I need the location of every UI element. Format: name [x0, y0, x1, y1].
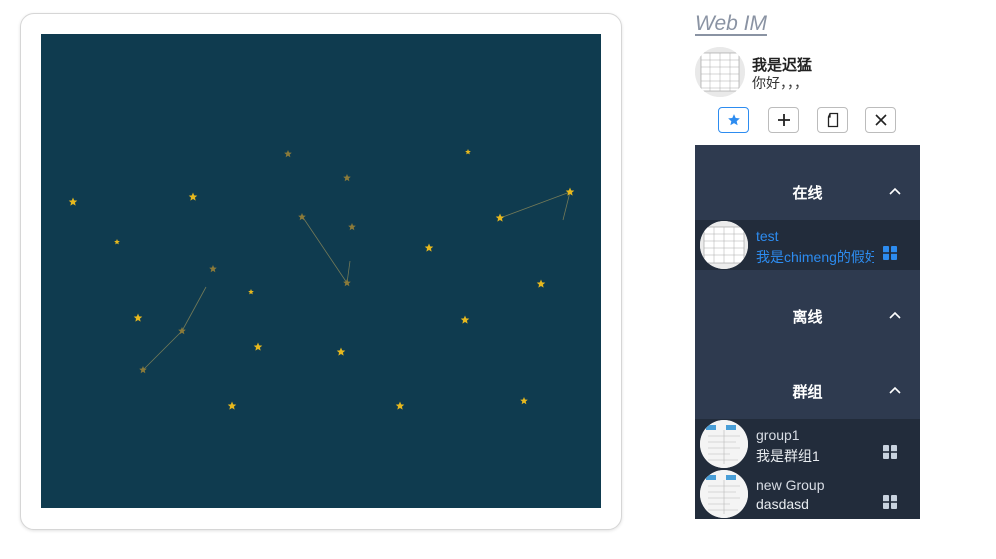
star-icon	[343, 279, 351, 287]
profile-signature: 你好，，，	[752, 75, 808, 91]
group-avatar	[700, 470, 748, 518]
close-icon	[874, 114, 887, 126]
group-header-groups[interactable]: 群组	[695, 366, 920, 416]
star-icon	[188, 192, 198, 201]
group-label: 群组	[792, 383, 823, 401]
plus-icon	[777, 114, 790, 126]
contact-panel: 在线 test 我是chimeng的假好友	[695, 145, 920, 519]
contact-item[interactable]: test 我是chimeng的假好友	[695, 220, 920, 270]
avatar-image	[700, 221, 748, 269]
star-icon	[343, 174, 351, 182]
chevron-up-icon	[889, 311, 901, 319]
document-icon	[827, 112, 838, 128]
grid-icon[interactable]	[883, 246, 897, 260]
star-icon	[348, 223, 356, 231]
profile-name: 我是迟猛	[752, 57, 813, 74]
star-icon	[336, 347, 346, 356]
star-icon	[424, 243, 434, 252]
group-avatar	[700, 420, 748, 468]
star-icon	[395, 401, 405, 410]
grid-icon[interactable]	[883, 445, 897, 459]
copy-button[interactable]	[817, 107, 848, 133]
star-icon	[536, 279, 546, 288]
avatar-image	[700, 470, 748, 518]
star-icon	[465, 149, 471, 155]
group-label: 在线	[792, 184, 823, 202]
contact-avatar	[700, 221, 748, 269]
group-name: group1	[756, 427, 800, 443]
star-icon	[68, 197, 78, 206]
group-item[interactable]: group1 我是群组1	[695, 419, 920, 469]
star-icon	[248, 289, 254, 295]
starfield-canvas	[41, 34, 601, 508]
star-icon	[298, 213, 306, 221]
star-icon	[460, 315, 470, 324]
close-button[interactable]	[865, 107, 896, 133]
group-message: 我是群组1	[756, 448, 820, 464]
group-name: new Group	[756, 477, 825, 493]
chevron-up-icon	[889, 187, 901, 195]
star-icon	[565, 187, 575, 196]
avatar-image	[695, 47, 745, 97]
star-icon	[209, 265, 217, 273]
contact-message: 我是chimeng的假好友	[756, 249, 874, 265]
star-icon	[114, 239, 120, 245]
group-message: dasdasd	[756, 496, 809, 512]
star-icon	[284, 150, 292, 158]
favorite-button[interactable]	[718, 107, 749, 133]
group-header-offline[interactable]: 离线	[695, 291, 920, 341]
avatar-image	[700, 420, 748, 468]
star-icon	[495, 213, 505, 222]
grid-icon[interactable]	[883, 495, 897, 509]
group-header-online[interactable]: 在线	[695, 167, 920, 217]
star-icon	[133, 313, 143, 322]
add-button[interactable]	[768, 107, 799, 133]
starfield-svg	[68, 149, 575, 410]
profile-avatar[interactable]	[695, 47, 745, 97]
star-icon	[520, 397, 528, 405]
chevron-up-icon	[889, 386, 901, 394]
star-icon	[253, 342, 263, 351]
group-item[interactable]: new Group dasdasd	[695, 469, 920, 519]
star-icon	[227, 401, 237, 410]
contact-name: test	[756, 228, 779, 244]
star-icon	[727, 114, 740, 126]
group-label: 离线	[792, 308, 823, 326]
app-title: Web IM	[695, 12, 767, 35]
